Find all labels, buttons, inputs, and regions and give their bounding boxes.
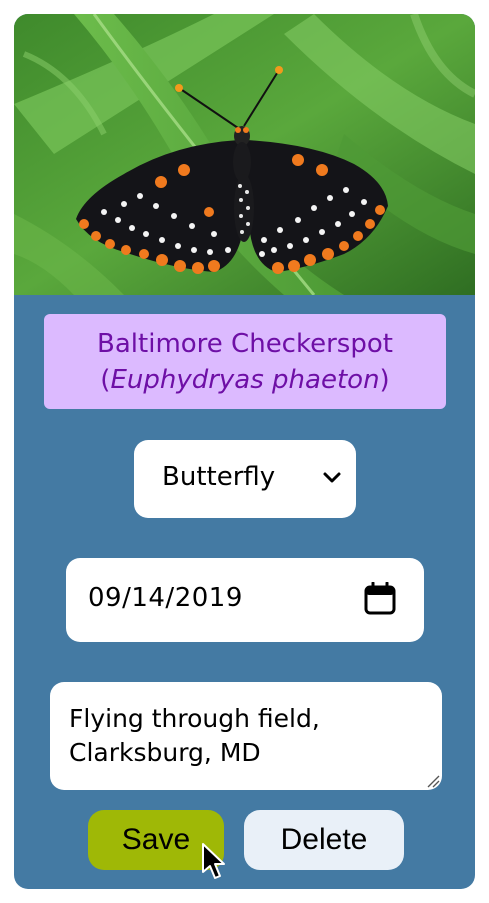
resize-grip-icon[interactable] bbox=[426, 774, 440, 788]
scientific-name: Euphydryas phaeton bbox=[110, 364, 380, 395]
common-name: Baltimore Checkerspot bbox=[97, 328, 393, 359]
notes-textarea-value: Flying through field, Clarksburg, MD bbox=[69, 704, 320, 767]
scientific-name-line: (Euphydryas phaeton) bbox=[44, 362, 446, 398]
category-select-value: Butterfly bbox=[162, 462, 276, 492]
date-input[interactable]: 09/14/2019 bbox=[66, 558, 424, 642]
paren-open: ( bbox=[100, 364, 111, 395]
notes-textarea[interactable]: Flying through field, Clarksburg, MD bbox=[50, 682, 442, 790]
species-title: Baltimore Checkerspot (Euphydryas phaeto… bbox=[44, 314, 446, 409]
calendar-icon[interactable] bbox=[364, 582, 396, 616]
species-card: Baltimore Checkerspot (Euphydryas phaeto… bbox=[14, 14, 475, 889]
mouse-cursor-icon bbox=[202, 843, 225, 879]
category-select[interactable]: Butterfly bbox=[134, 440, 356, 518]
delete-button[interactable]: Delete bbox=[244, 810, 404, 870]
butterfly-photo bbox=[14, 14, 475, 295]
paren-close: ) bbox=[379, 364, 390, 395]
chevron-down-icon bbox=[323, 472, 341, 483]
date-input-value: 09/14/2019 bbox=[88, 583, 243, 613]
